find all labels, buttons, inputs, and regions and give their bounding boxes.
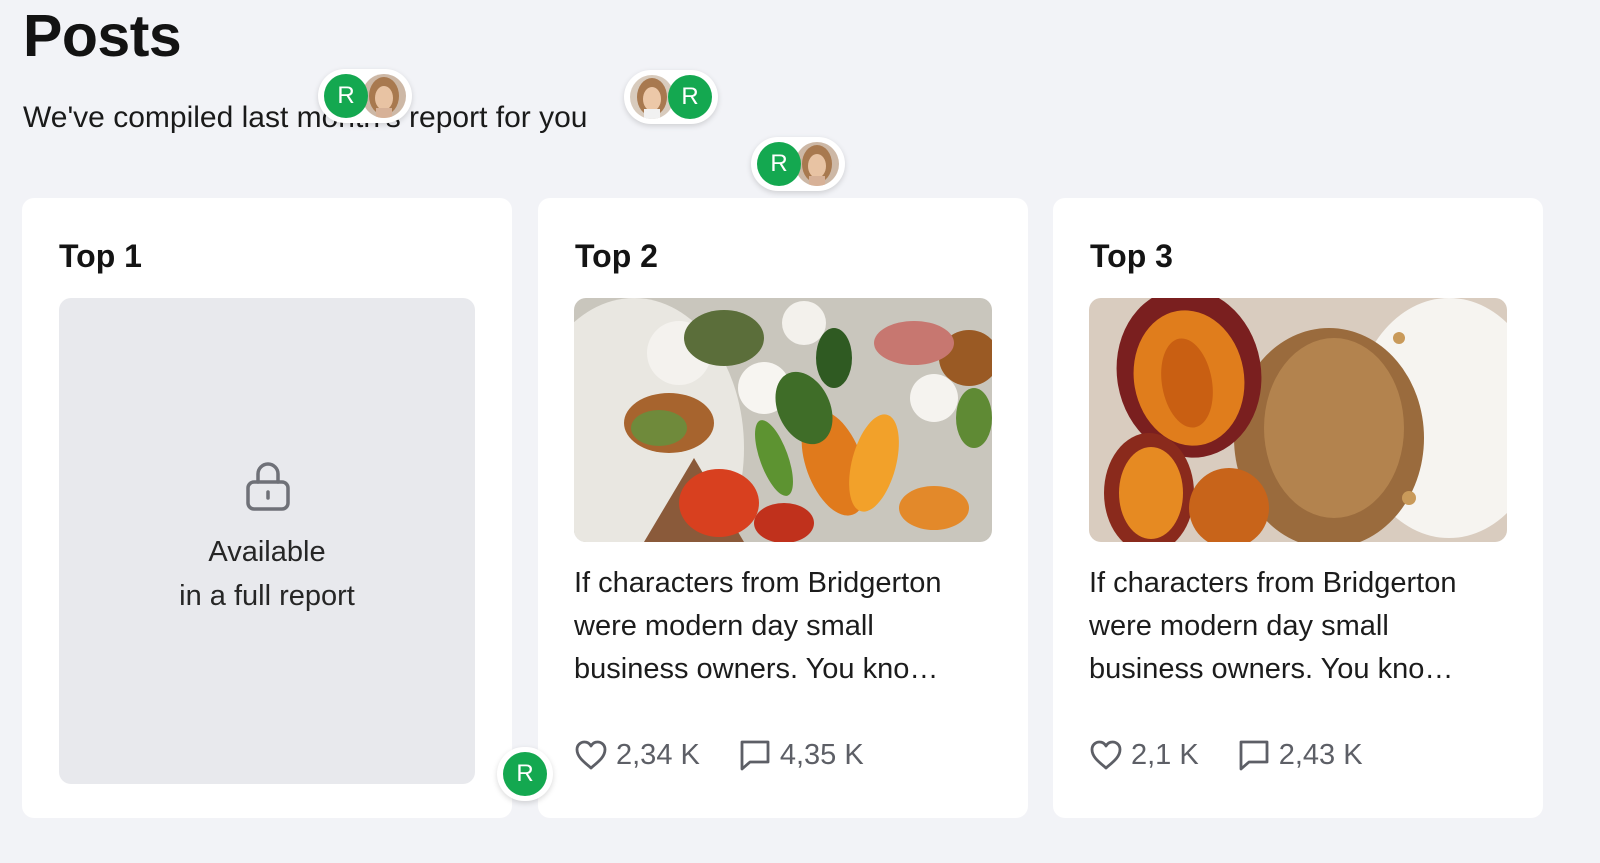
comments-count: 4,35 K	[779, 738, 864, 771]
avatar-initial: R	[503, 752, 547, 796]
post-image-plums[interactable]	[1089, 298, 1507, 542]
comment-icon	[1239, 740, 1269, 771]
post-image-salad[interactable]	[574, 298, 992, 542]
likes-stat: 2,34 K	[574, 739, 700, 772]
avatar-initial: R	[668, 75, 712, 119]
post-card-top-3[interactable]: Top 3 If characters from Bridgerton were…	[1053, 198, 1543, 818]
post-card-top-2[interactable]: Top 2 If characters from Bridgerton were…	[538, 198, 1028, 818]
likes-stat: 2,1 K	[1089, 739, 1199, 772]
heart-icon	[1090, 740, 1122, 770]
locked-message: Available in a full report	[59, 530, 475, 618]
avatar-initial: R	[324, 74, 368, 118]
locked-message-line2: in a full report	[179, 580, 355, 612]
post-card-top-1: Top 1 Available in a full report	[22, 198, 512, 818]
avatar-photo	[362, 74, 406, 118]
avatar-initial: R	[757, 142, 801, 186]
card-title: Top 2	[575, 238, 658, 274]
comments-stat: 2,43 K	[1237, 738, 1363, 772]
likes-count: 2,34 K	[616, 738, 700, 771]
lock-icon	[246, 462, 290, 511]
presence-bubble[interactable]: R	[497, 747, 553, 801]
avatar-photo	[795, 142, 839, 186]
post-excerpt[interactable]: If characters from Bridgerton were moder…	[1089, 562, 1507, 691]
comment-icon	[740, 740, 770, 771]
page-title: Posts	[23, 3, 182, 69]
comments-stat: 4,35 K	[738, 738, 864, 772]
card-title: Top 3	[1090, 238, 1173, 274]
presence-bubble[interactable]: R	[751, 137, 845, 191]
page-subtitle: We've compiled last month's report for y…	[23, 101, 588, 134]
heart-icon	[575, 740, 607, 770]
post-excerpt[interactable]: If characters from Bridgerton were moder…	[574, 562, 992, 691]
post-stats: 2,1 K 2,43 K	[1089, 735, 1401, 775]
card-title: Top 1	[59, 238, 142, 274]
locked-placeholder[interactable]: Available in a full report	[59, 298, 475, 784]
presence-bubble[interactable]: R	[624, 70, 718, 124]
post-stats: 2,34 K 4,35 K	[574, 735, 902, 775]
comments-count: 2,43 K	[1278, 738, 1363, 771]
locked-message-line1: Available	[208, 536, 326, 568]
likes-count: 2,1 K	[1131, 738, 1199, 771]
presence-bubble[interactable]: R	[318, 69, 412, 123]
